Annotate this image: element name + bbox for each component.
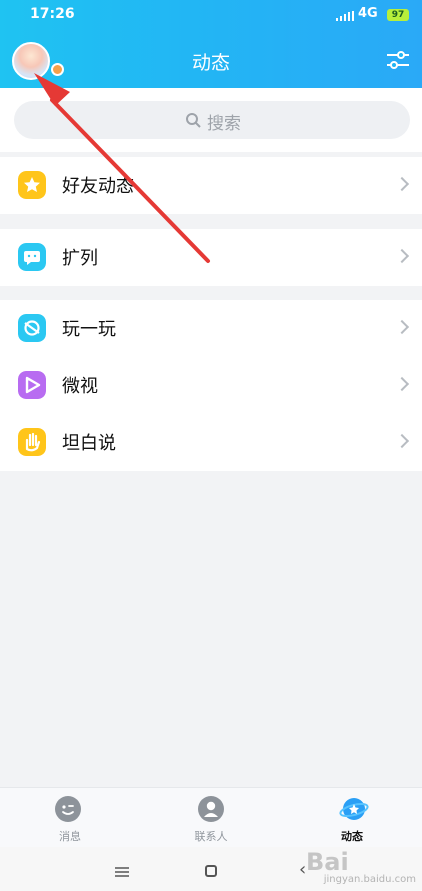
list-item-label: 扩列 — [62, 248, 98, 269]
list-item-confession[interactable]: 坦白说 — [0, 414, 422, 471]
chevron-right-icon — [394, 433, 410, 449]
chevron-right-icon — [394, 248, 410, 264]
nav-label: 动态 — [341, 830, 363, 843]
message-icon — [55, 796, 81, 822]
list-item-label: 好友动态 — [62, 176, 134, 197]
header: 17:26 4G 97 动态 — [0, 0, 422, 88]
star-icon — [18, 171, 46, 199]
list-item-friends-feed[interactable]: 好友动态 — [0, 157, 422, 214]
list-item-play[interactable]: 玩一玩 — [0, 300, 422, 357]
list-item-label: 微视 — [62, 376, 98, 397]
chevron-right-icon — [394, 376, 410, 392]
list-item-weishi[interactable]: 微视 — [0, 357, 422, 414]
status-time: 17:26 — [30, 6, 75, 22]
section-apps: 玩一玩 微视 坦白说 — [0, 300, 422, 471]
status-bar: 17:26 4G 97 — [0, 0, 422, 30]
nav-item-feed[interactable]: 动态 — [282, 788, 422, 848]
menu-icon[interactable] — [115, 867, 129, 877]
planet-icon — [339, 798, 369, 820]
battery-icon: 97 — [387, 9, 409, 21]
nav-item-contacts[interactable]: 联系人 — [141, 788, 281, 848]
settings-sliders-icon[interactable] — [385, 48, 411, 72]
signal-icon — [336, 11, 354, 21]
watermark-url: jingyan.baidu.com — [323, 874, 416, 885]
home-icon[interactable] — [205, 865, 217, 877]
nav-label: 联系人 — [194, 830, 228, 843]
search-icon — [186, 113, 201, 128]
network-type: 4G — [358, 6, 378, 21]
list-item-label: 坦白说 — [62, 433, 116, 454]
search-placeholder: 搜索 — [207, 114, 241, 134]
chevron-right-icon — [394, 176, 410, 192]
section-friends: 好友动态 — [0, 157, 422, 214]
planet-icon — [18, 314, 46, 342]
hand-icon — [18, 428, 46, 456]
nav-item-messages[interactable]: 消息 — [0, 788, 140, 848]
list-item-expand[interactable]: 扩列 — [0, 229, 422, 286]
page-title: 动态 — [191, 52, 230, 74]
bottom-nav: 消息 联系人 动态 — [0, 787, 422, 848]
nav-label: 消息 — [59, 830, 81, 843]
contact-icon — [198, 796, 224, 822]
smile-bubble-icon — [18, 243, 46, 271]
chevron-right-icon — [394, 319, 410, 335]
play-icon — [18, 371, 46, 399]
section-expand: 扩列 — [0, 229, 422, 286]
list-item-label: 玩一玩 — [62, 319, 116, 340]
